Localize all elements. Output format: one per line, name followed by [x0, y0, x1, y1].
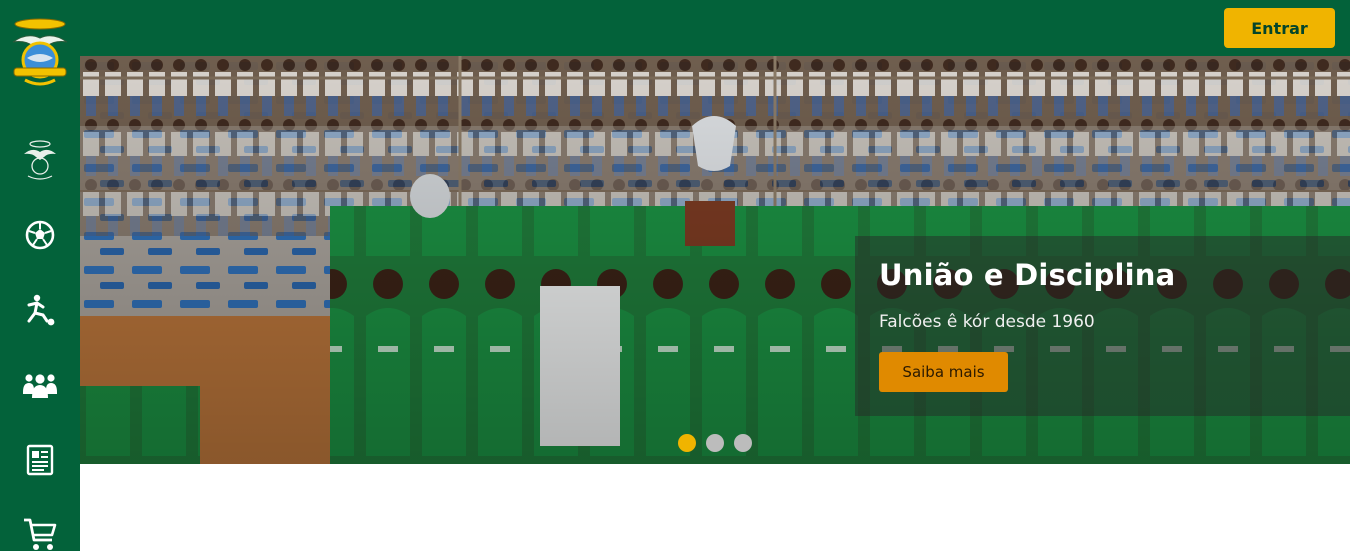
group-people-icon — [23, 374, 57, 398]
sidebar-item-members[interactable] — [20, 365, 60, 405]
top-bar: Entrar — [80, 0, 1350, 56]
sidebar-item-shop[interactable] — [20, 514, 60, 551]
carousel-dot-2[interactable] — [706, 434, 724, 452]
hero-caption: União e Disciplina Falcões ê kór desde 1… — [855, 236, 1350, 416]
club-emblem-icon — [24, 140, 56, 180]
sidebar-item-club[interactable] — [20, 140, 60, 180]
player-kick-icon — [27, 294, 55, 326]
hero-carousel: União e Disciplina Falcões ê kór desde 1… — [80, 56, 1350, 464]
hero-title: União e Disciplina — [879, 258, 1176, 292]
hero-subtitle: Falcões ê kór desde 1960 — [879, 312, 1095, 332]
newspaper-icon — [26, 444, 54, 476]
soccer-ball-icon — [25, 220, 55, 250]
login-button[interactable]: Entrar — [1224, 8, 1335, 48]
club-crest-icon[interactable] — [11, 14, 69, 90]
sidebar — [0, 0, 80, 551]
learn-more-button[interactable]: Saiba mais — [879, 352, 1008, 392]
sidebar-item-news[interactable] — [20, 440, 60, 480]
shopping-cart-icon — [24, 518, 57, 550]
carousel-dot-1[interactable] — [678, 434, 696, 452]
carousel-dot-3[interactable] — [734, 434, 752, 452]
sidebar-item-sports[interactable] — [20, 290, 60, 330]
sidebar-item-football[interactable] — [20, 215, 60, 255]
